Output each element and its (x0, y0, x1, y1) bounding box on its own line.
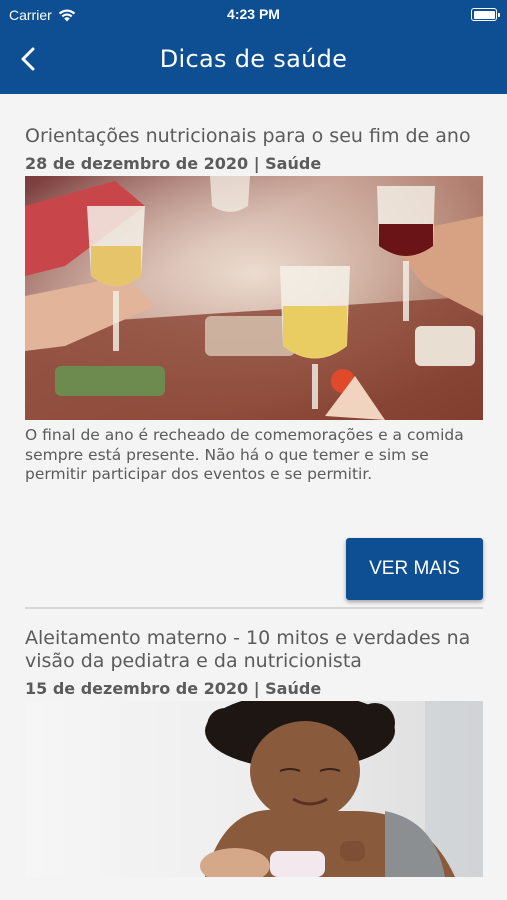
article-image-breastfeeding[interactable] (25, 701, 483, 877)
app-header: Carrier 4:23 PM Dicas de saúde (0, 0, 507, 94)
article-card[interactable]: Aleitamento materno - 10 mitos e verdade… (25, 627, 483, 877)
status-bar: Carrier 4:23 PM (0, 0, 507, 30)
article-date: 15 de dezembro de 2020 | Saúde (25, 679, 322, 698)
toast-photo (25, 176, 483, 420)
status-time: 4:23 PM (227, 6, 280, 22)
ver-mais-button[interactable]: VER MAIS (346, 538, 483, 600)
article-date: 28 de dezembro de 2020 | Saúde (25, 154, 322, 173)
news-list[interactable]: Orientações nutricionais para o seu fim … (0, 94, 507, 900)
breastfeeding-photo (25, 701, 483, 877)
article-image-celebration[interactable] (25, 176, 483, 420)
battery-icon (471, 8, 500, 21)
article-card[interactable]: Orientações nutricionais para o seu fim … (25, 125, 483, 485)
article-title[interactable]: Orientações nutricionais para o seu fim … (25, 125, 483, 148)
article-title[interactable]: Aleitamento materno - 10 mitos e verdade… (25, 627, 483, 673)
page-title: Dicas de saúde (159, 45, 348, 73)
article-description: O final de ano é recheado de comemoraçõe… (25, 426, 464, 483)
article-divider (25, 607, 483, 609)
